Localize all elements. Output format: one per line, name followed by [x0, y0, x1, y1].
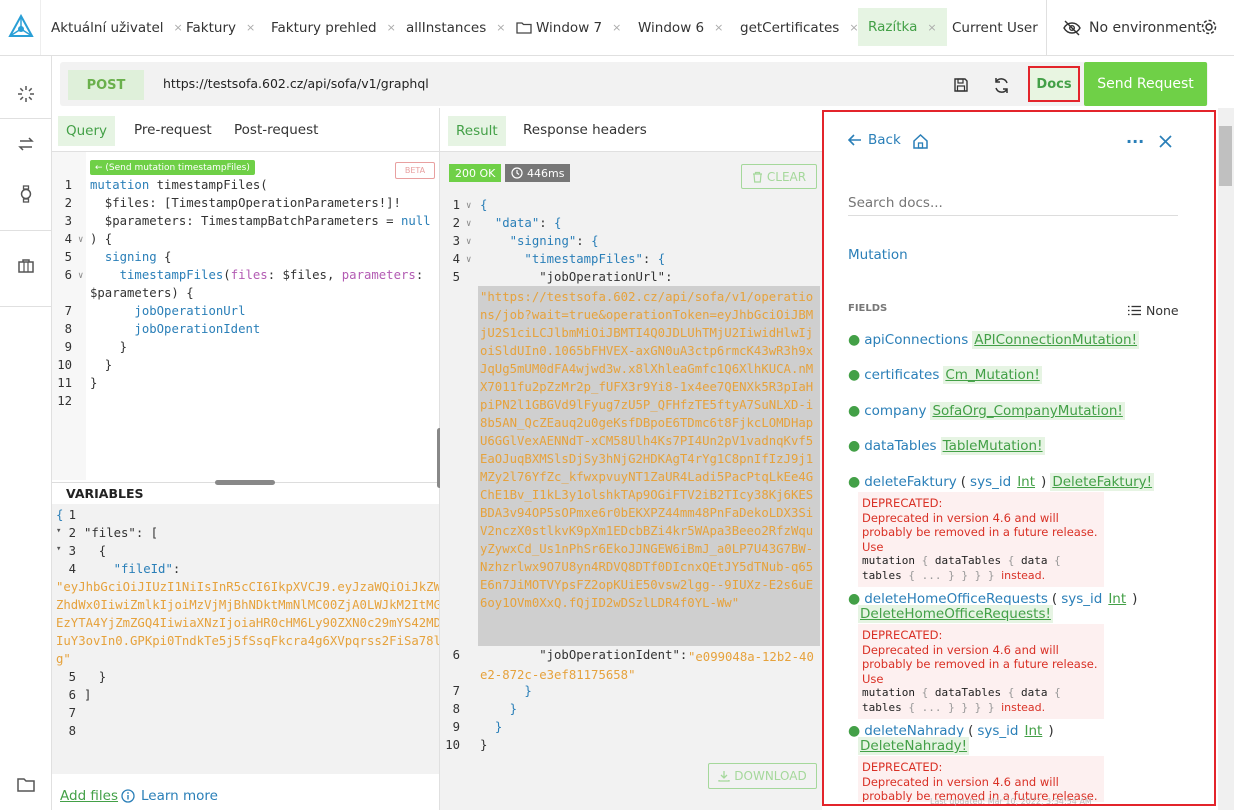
resize-handle[interactable] — [215, 480, 275, 485]
more-icon[interactable]: ··· — [1126, 132, 1144, 151]
swap-icon[interactable] — [14, 132, 38, 156]
close-icon[interactable]: × — [496, 21, 505, 34]
close-icon[interactable]: × — [387, 21, 396, 34]
beta-badge: BETA — [395, 162, 435, 179]
send-request-button[interactable]: Send Request — [1084, 62, 1207, 106]
folder-icon[interactable] — [14, 772, 38, 796]
variables-header[interactable]: VARIABLES — [52, 482, 440, 504]
close-icon[interactable]: × — [246, 21, 255, 34]
clock-icon — [511, 167, 523, 179]
tab-bar: Aktuální uživatel × Faktury × Faktury preh… — [0, 0, 1234, 56]
download-icon — [718, 771, 730, 782]
result-tabs: Result Response headers — [440, 108, 822, 152]
info-icon — [121, 789, 135, 803]
doc-field[interactable]: ● deleteFaktury(sys_id Int) DeleteFaktury! — [848, 473, 1155, 491]
tab-razitka[interactable]: Razítka × — [858, 8, 947, 46]
save-icon[interactable] — [946, 70, 976, 100]
watch-icon[interactable] — [14, 182, 38, 206]
briefcase-icon[interactable] — [14, 254, 38, 278]
tab-result[interactable]: Result — [448, 116, 506, 146]
close-icon[interactable]: × — [714, 21, 723, 34]
close-icon[interactable]: × — [927, 21, 936, 34]
status-badge: 200 OK — [449, 164, 502, 182]
doc-field[interactable]: ● dataTables TableMutation! — [848, 437, 1045, 455]
download-button[interactable]: DOWNLOAD — [708, 763, 817, 789]
deprecation-notice: DEPRECATED: Deprecated in version 4.6 an… — [858, 624, 1104, 719]
close-icon[interactable]: × — [612, 21, 621, 34]
arrow-left-icon — [848, 134, 861, 146]
home-icon[interactable] — [912, 133, 929, 150]
list-icon — [1128, 305, 1141, 316]
eye-off-icon — [1063, 20, 1081, 35]
doc-field-type[interactable]: DeleteHomeOfficeRequests! — [858, 605, 1053, 623]
clear-button[interactable]: CLEAR — [741, 164, 817, 189]
doc-field[interactable]: ● certificates Cm_Mutation! — [848, 366, 1042, 384]
loading-icon[interactable] — [14, 82, 38, 106]
doc-field-type[interactable]: DeleteNahrady! — [858, 737, 970, 755]
tab-faktury-prehled[interactable]: Faktury prehled × — [271, 0, 396, 55]
tab-query[interactable]: Query — [58, 116, 116, 146]
gear-icon[interactable] — [1200, 18, 1218, 36]
doc-field[interactable]: ● company SofaOrg_CompanyMutation! — [848, 402, 1125, 420]
query-tabs: Query Pre-request Post-request — [52, 108, 440, 152]
learn-more-link[interactable]: Learn more — [121, 788, 218, 804]
tab-post-request[interactable]: Post-request — [234, 108, 318, 152]
refresh-icon[interactable] — [986, 70, 1016, 100]
send-mutation-hint[interactable]: ← (Send mutation timestampFiles) — [90, 160, 255, 175]
tab-getcertificates[interactable]: getCertificates × — [740, 0, 859, 55]
tab-window-7[interactable]: Window 7 × — [516, 0, 621, 55]
back-button[interactable]: Back — [848, 132, 901, 148]
close-icon[interactable] — [1159, 135, 1172, 148]
scrollbar[interactable] — [1218, 108, 1234, 810]
response-time-badge: 446ms — [505, 164, 571, 182]
tab-response-headers[interactable]: Response headers — [523, 108, 647, 152]
tab-current-user[interactable]: Current User — [952, 0, 1038, 55]
search-docs-input[interactable] — [848, 190, 1178, 216]
scrollbar-thumb[interactable] — [1219, 126, 1232, 186]
tab-aktualni-uzivatel[interactable]: Aktuální uživatel × — [51, 0, 183, 55]
url-input[interactable]: https://testsofa.602.cz/api/sofa/v1/grap… — [163, 76, 429, 91]
tab-faktury[interactable]: Faktury × — [186, 0, 255, 55]
tab-window-6[interactable]: Window 6 × — [638, 0, 723, 55]
trash-icon — [752, 171, 762, 183]
folder-icon — [516, 22, 532, 34]
left-sidebar — [0, 56, 52, 810]
sort-selector[interactable]: None — [1128, 303, 1179, 318]
last-updated: Last updated: Mar 10, 2022, 3:34:54 AM — [930, 797, 1092, 806]
deprecation-notice: DEPRECATED: Deprecated in version 4.6 an… — [858, 756, 1104, 802]
fields-label: FIELDS — [848, 303, 888, 314]
tab-pre-request[interactable]: Pre-request — [134, 108, 212, 152]
environment-selector[interactable]: No environment — [1046, 0, 1202, 55]
breadcrumb-mutation[interactable]: Mutation — [848, 247, 908, 263]
method-selector[interactable]: POST — [68, 70, 144, 100]
altair-logo-icon[interactable] — [8, 14, 34, 40]
docs-button[interactable]: Docs — [1028, 66, 1080, 102]
tab-allinstances[interactable]: allInstances × — [406, 0, 505, 55]
close-icon[interactable]: × — [174, 21, 183, 34]
doc-field[interactable]: ● apiConnections APIConnectionMutation! — [848, 331, 1140, 349]
deprecation-notice: DEPRECATED: Deprecated in version 4.6 an… — [858, 492, 1104, 587]
add-files-link[interactable]: Add files — [60, 788, 118, 804]
